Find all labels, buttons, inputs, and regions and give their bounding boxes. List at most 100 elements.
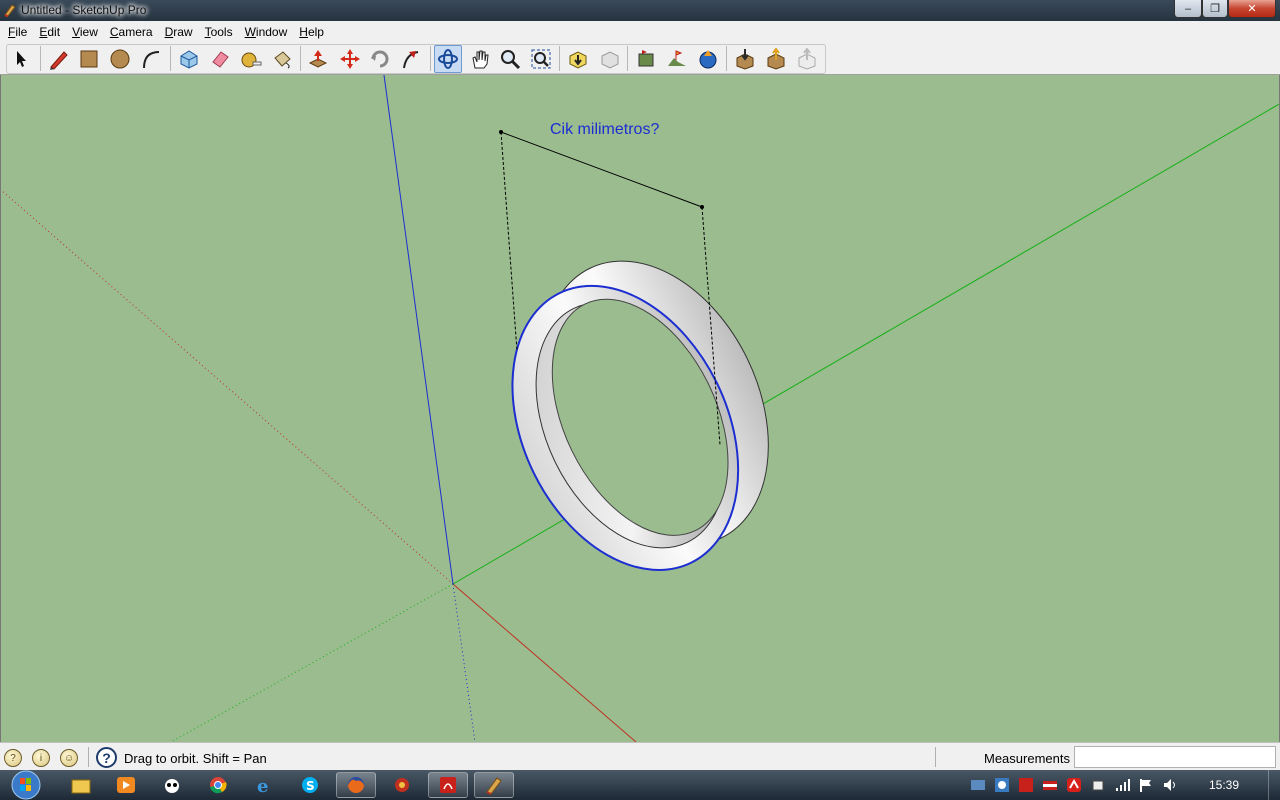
menu-draw[interactable]: Draw (159, 25, 199, 39)
windows-logo-icon (11, 770, 41, 800)
tray-antivirus-icon[interactable] (1066, 777, 1082, 793)
green-axis-hidden (170, 583, 454, 742)
toolbar-separator (559, 46, 560, 71)
tray-power-icon[interactable] (1090, 777, 1106, 793)
taskbar-explorer[interactable] (61, 772, 101, 798)
scene-canvas (1, 75, 1279, 742)
pan-tool-button[interactable] (466, 45, 494, 73)
circle-tool-button[interactable] (106, 45, 134, 73)
get-models-icon (736, 49, 754, 70)
get-models-button[interactable] (731, 45, 759, 73)
status-message: Drag to orbit. Shift = Pan (124, 751, 267, 766)
dimension-endpoint (499, 130, 503, 134)
rectangle-tool-button[interactable] (75, 45, 103, 73)
push-pull-tool-button[interactable] (304, 45, 332, 73)
toolbar-separator (300, 46, 301, 71)
tray-update-icon[interactable] (994, 777, 1010, 793)
start-button[interactable] (6, 770, 46, 800)
taskbar-internet-explorer[interactable]: e (244, 772, 284, 798)
toggle-terrain-button[interactable] (663, 45, 691, 73)
user-icon[interactable]: ☺ (60, 749, 78, 767)
menu-camera[interactable]: Camera (104, 25, 159, 39)
zoom-extents-tool-button[interactable] (527, 45, 555, 73)
getting-started-toolbar (0, 42, 1280, 75)
share-component-button[interactable] (793, 45, 821, 73)
taskbar-skype[interactable]: S (290, 772, 330, 798)
tray-action-center-icon[interactable] (1138, 777, 1154, 793)
tray-signal-icon[interactable] (1114, 777, 1130, 793)
pencil-tool-button[interactable] (45, 45, 73, 73)
help-icon[interactable]: ? (96, 747, 117, 768)
toolbar-separator (627, 46, 628, 71)
status-bar: ? i ☺ ? Drag to orbit. Shift = Pan Measu… (0, 742, 1280, 770)
google-earth-button[interactable] (694, 45, 722, 73)
add-location-button[interactable] (632, 45, 660, 73)
credits-icon[interactable]: i (32, 749, 50, 767)
add-location-icon (638, 50, 654, 67)
modeling-viewport[interactable]: Cik milimetros? (0, 75, 1280, 742)
taskbar-panda[interactable] (152, 772, 192, 798)
media-player-icon (117, 777, 135, 793)
window-title: Untitled - SketchUp Pro (21, 3, 147, 17)
menu-help[interactable]: Help (293, 25, 330, 39)
select-tool-button[interactable] (7, 45, 35, 73)
tray-volume-icon[interactable] (1162, 777, 1178, 793)
share-model-button[interactable] (762, 45, 790, 73)
close-button[interactable]: ✕ (1228, 0, 1276, 18)
internet-explorer-icon: e (257, 776, 268, 795)
menu-tools[interactable]: Tools (199, 25, 239, 39)
geolocation-icon[interactable]: ? (4, 749, 22, 767)
taskbar-clock[interactable]: 15:39 (1196, 778, 1252, 792)
eraser-tool-button[interactable] (206, 45, 234, 73)
toolbar-separator (170, 46, 171, 71)
move-tool-button[interactable] (336, 45, 364, 73)
sketchup-icon (486, 777, 502, 795)
tray-acrobat-icon[interactable] (1018, 777, 1034, 793)
dimension-text[interactable]: Cik milimetros? (550, 121, 659, 139)
follow-me-tool-button[interactable] (397, 45, 425, 73)
rectangle-icon (80, 50, 98, 68)
zoom-extents-icon (531, 49, 551, 69)
pencil-icon (50, 51, 68, 70)
previous-view-icon (569, 51, 587, 69)
status-divider (88, 747, 89, 767)
next-view-button[interactable] (596, 45, 624, 73)
windows-taskbar: e S 15:39 (0, 770, 1280, 800)
menu-view[interactable]: View (66, 25, 104, 39)
next-view-icon (601, 51, 619, 69)
arc-tool-button[interactable] (137, 45, 165, 73)
menu-file[interactable]: File (2, 25, 33, 39)
tape-measure-tool-button[interactable] (237, 45, 265, 73)
tray-network-map-icon[interactable] (970, 777, 986, 793)
pan-icon (472, 50, 489, 69)
ring-model[interactable] (464, 224, 817, 608)
taskbar-sketchup[interactable] (474, 772, 514, 798)
blue-axis-hidden (452, 583, 476, 742)
firefox-icon (348, 777, 364, 793)
share-model-icon (767, 48, 785, 70)
taskbar-media-player[interactable] (106, 772, 146, 798)
paint-bucket-tool-button[interactable] (268, 45, 296, 73)
taskbar-acrobat[interactable] (428, 772, 468, 798)
taskbar-app[interactable] (382, 772, 422, 798)
measurements-input[interactable] (1074, 746, 1276, 768)
windows-explorer-icon (71, 779, 91, 794)
orbit-tool-button[interactable] (434, 45, 462, 73)
menu-edit[interactable]: Edit (33, 25, 66, 39)
menu-window[interactable]: Window (239, 25, 294, 39)
taskbar-chrome[interactable] (198, 772, 238, 798)
move-icon (340, 49, 360, 69)
status-divider (935, 747, 936, 767)
maximize-button[interactable]: ❐ (1202, 0, 1228, 18)
minimize-button[interactable]: – (1174, 0, 1202, 18)
red-axis-hidden (1, 189, 454, 585)
previous-view-button[interactable] (564, 45, 592, 73)
paint-bucket-icon (274, 51, 291, 69)
show-desktop-button[interactable] (1268, 770, 1280, 800)
make-component-tool-button[interactable] (175, 45, 203, 73)
rotate-tool-button[interactable] (366, 45, 394, 73)
push-pull-icon (308, 50, 328, 68)
taskbar-firefox[interactable] (336, 772, 376, 798)
tray-flag-icon[interactable] (1042, 777, 1058, 793)
zoom-tool-button[interactable] (496, 45, 524, 73)
